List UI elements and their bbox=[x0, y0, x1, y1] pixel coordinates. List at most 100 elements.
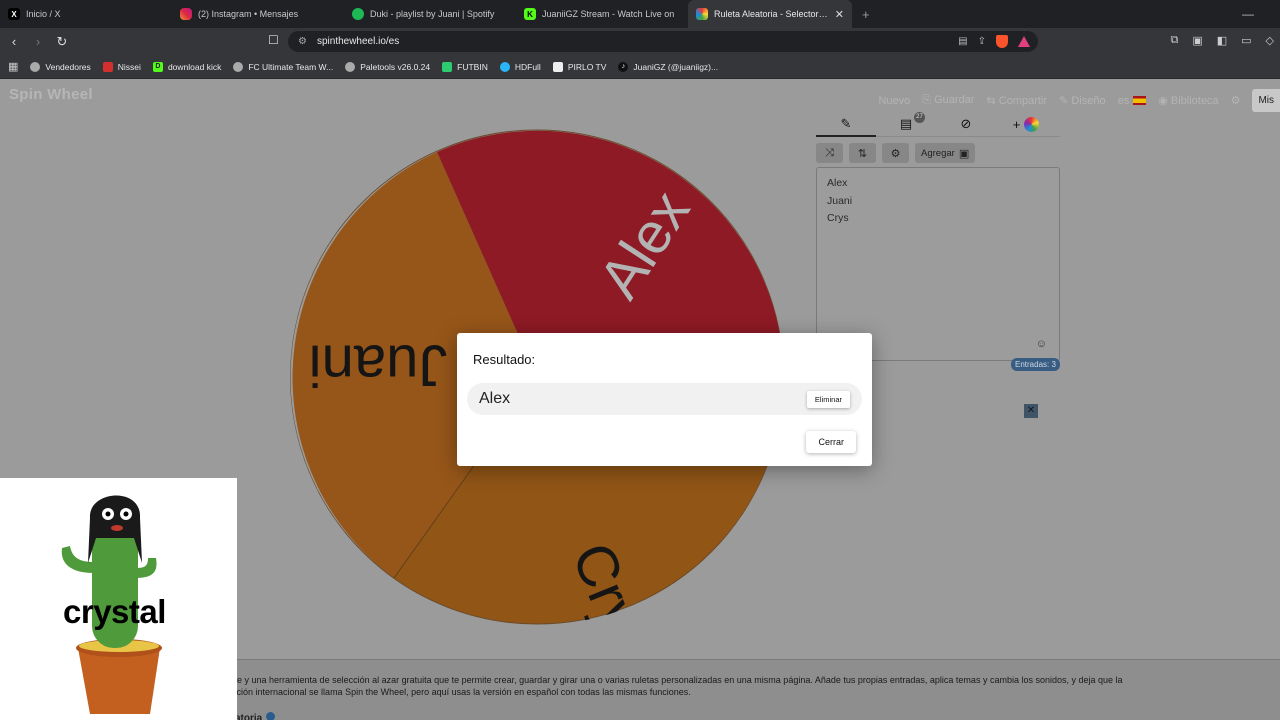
brush-icon: ✎ bbox=[1059, 95, 1072, 107]
minimize-icon[interactable]: — bbox=[1216, 7, 1280, 21]
spain-flag-icon bbox=[1133, 96, 1147, 106]
bookmark-fc-ultimate[interactable]: FC Ultimate Team W... bbox=[233, 61, 333, 72]
info-line: plicación internacional se llama Spin th… bbox=[218, 687, 691, 697]
result-name: Alex bbox=[479, 390, 511, 407]
design-button[interactable]: ✎ Diseño bbox=[1059, 94, 1106, 107]
tab-edit[interactable]: ✎ bbox=[816, 113, 876, 137]
bookmark-paletools[interactable]: Paletools v26.0.24 bbox=[345, 61, 430, 72]
new-tab-button[interactable]: + bbox=[852, 7, 880, 22]
share-icon[interactable]: ⇪ bbox=[978, 36, 986, 47]
clipboard-icon: ▤ bbox=[899, 115, 913, 131]
color-wheel-icon bbox=[1024, 117, 1040, 132]
tab-spotify[interactable]: Duki - playlist by Juani | Spotify bbox=[344, 0, 516, 28]
emoji-icon[interactable]: ☺ bbox=[1036, 338, 1047, 350]
plus-icon: + bbox=[1012, 116, 1021, 132]
entry-item: Crys bbox=[827, 212, 849, 224]
settings-icon[interactable]: ⚙ bbox=[1231, 94, 1241, 107]
forward-icon[interactable]: › bbox=[28, 34, 48, 49]
pirlo-icon bbox=[552, 61, 563, 72]
entries-toolbar: ⤨ ⇅ ⚙ Agregar ▣ bbox=[816, 143, 1060, 163]
entry-item: Juani bbox=[827, 194, 853, 207]
share-button[interactable]: ⇆ Compartir bbox=[986, 94, 1047, 107]
tab-label: Ruleta Aleatoria - Selector Perso bbox=[714, 9, 829, 19]
close-tab-icon[interactable]: ✕ bbox=[835, 8, 844, 21]
tab-label: Duki - playlist by Juani | Spotify bbox=[370, 9, 495, 19]
globe-icon bbox=[233, 61, 244, 72]
shuffle-button[interactable]: ⤨ bbox=[816, 143, 843, 163]
tab-spinwheel[interactable]: Ruleta Aleatoria - Selector Perso ✕ bbox=[688, 0, 852, 28]
close-icon[interactable]: ✕ bbox=[1024, 404, 1038, 418]
info-icon bbox=[266, 712, 276, 720]
globe-icon: ◉ bbox=[1158, 95, 1171, 107]
sidebar-icon[interactable]: ◧ bbox=[1217, 34, 1227, 47]
spotify-icon bbox=[352, 8, 364, 20]
spinwheel-icon bbox=[696, 8, 708, 20]
site-settings-icon[interactable]: ⚙ bbox=[298, 36, 307, 47]
sort-button[interactable]: ⇅ bbox=[849, 143, 876, 163]
tab-hidden[interactable]: ⊘ bbox=[936, 113, 996, 137]
tab-label: (2) Instagram • Mensajes bbox=[198, 9, 299, 19]
instagram-icon bbox=[180, 8, 192, 20]
results-badge: 27 bbox=[914, 111, 925, 123]
pencil-icon: ✎ bbox=[840, 115, 852, 131]
bookmark-futbin[interactable]: FUTBIN bbox=[442, 61, 488, 72]
bookmark-pirlo-tv[interactable]: PIRLO TV bbox=[552, 61, 606, 72]
library-button[interactable]: ◉ Biblioteca bbox=[1158, 94, 1218, 107]
bookmark-hdfull[interactable]: HDFull bbox=[499, 61, 541, 72]
bookmark-icon[interactable]: ☐ bbox=[268, 33, 279, 47]
remove-button[interactable]: Eliminar bbox=[806, 390, 850, 408]
brave-rewards-icon[interactable] bbox=[1018, 36, 1030, 47]
tab-add-wheel[interactable]: + bbox=[996, 113, 1056, 137]
result-dialog: Resultado: Alex Eliminar Cerrar bbox=[457, 333, 872, 466]
entries-panel: ✎ ▤ 27 ⊘ + ⤨ ⇅ ⚙ Agregar ▣ Alex Juani Crys… bbox=[816, 111, 1060, 361]
dialog-title: Resultado: bbox=[473, 352, 536, 367]
hdfull-icon bbox=[499, 61, 510, 72]
eye-off-icon: ⊘ bbox=[960, 115, 972, 131]
save-icon: ⎘ bbox=[922, 94, 935, 106]
result-row: Alex Eliminar bbox=[467, 383, 862, 415]
url-field[interactable]: ⚙ spinthewheel.io/es ▤ ⇪ bbox=[288, 31, 1038, 52]
entry-settings-button[interactable]: ⚙ bbox=[882, 143, 909, 163]
tab-instagram[interactable]: (2) Instagram • Mensajes bbox=[172, 0, 344, 28]
language-select[interactable]: es bbox=[1118, 95, 1147, 107]
info-paragraph: online y una herramienta de selección al… bbox=[218, 674, 1208, 698]
brave-shields-icon[interactable] bbox=[996, 35, 1008, 48]
tiktok-icon: ♪ bbox=[618, 61, 629, 72]
add-image-button[interactable]: Agregar ▣ bbox=[915, 143, 976, 163]
nissei-icon bbox=[102, 61, 113, 72]
back-icon[interactable]: ‹ bbox=[4, 34, 24, 49]
sort-icon: ⇅ bbox=[857, 147, 868, 160]
translate-icon[interactable]: ▣ bbox=[1192, 34, 1202, 47]
globe-icon bbox=[30, 61, 41, 72]
new-button[interactable]: Nuevo bbox=[878, 95, 910, 107]
kick-icon: K bbox=[524, 8, 536, 20]
bookmark-download-kick[interactable]: Ddownload kick bbox=[152, 61, 221, 72]
tab-label: JuaniiGZ Stream - Watch Live on bbox=[542, 9, 675, 19]
tab-kick[interactable]: K JuaniiGZ Stream - Watch Live on bbox=[516, 0, 688, 28]
share-icon: ⇆ bbox=[986, 95, 999, 107]
extensions-icon[interactable]: ⧉ bbox=[1170, 34, 1178, 47]
save-button[interactable]: ⎘ Guardar bbox=[922, 94, 974, 107]
tab-results[interactable]: ▤ 27 bbox=[876, 111, 936, 137]
close-button[interactable]: Cerrar bbox=[806, 431, 856, 453]
tab-x[interactable]: X Inicio / X bbox=[0, 0, 172, 28]
bookmark-nissei[interactable]: Nissei bbox=[102, 61, 141, 72]
apps-icon[interactable]: ▦ bbox=[8, 60, 18, 73]
tab-label: Inicio / X bbox=[26, 9, 61, 19]
entries-count-badge: Entradas: 3 bbox=[1011, 358, 1060, 371]
browser-tab-bar: X Inicio / X (2) Instagram • Mensajes Du… bbox=[0, 0, 1280, 28]
entries-textarea[interactable]: Alex Juani Crys ☺ bbox=[816, 167, 1060, 361]
reader-icon[interactable]: ▤ bbox=[958, 36, 967, 47]
bookmark-tiktok[interactable]: ♪ JuaniGZ (@juaniigz)... bbox=[618, 61, 718, 72]
bookmark-vendedores[interactable]: Vendedores bbox=[30, 61, 91, 72]
bookmarks-bar: ▦ Vendedores Nissei Ddownload kick FC Ul… bbox=[0, 55, 1280, 79]
my-wheels-button[interactable]: Mis bbox=[1252, 89, 1280, 112]
vpn-icon[interactable]: ◇ bbox=[1266, 34, 1274, 47]
url-text: spinthewheel.io/es bbox=[316, 36, 400, 47]
wheel-label-juani: Juani bbox=[309, 333, 448, 398]
wallet-icon[interactable]: ▭ bbox=[1241, 34, 1251, 47]
site-logo[interactable]: Spin Wheel bbox=[9, 86, 93, 103]
reload-icon[interactable]: ↻ bbox=[52, 34, 72, 50]
entry-item: Alex bbox=[827, 177, 848, 189]
x-icon: X bbox=[8, 8, 20, 20]
